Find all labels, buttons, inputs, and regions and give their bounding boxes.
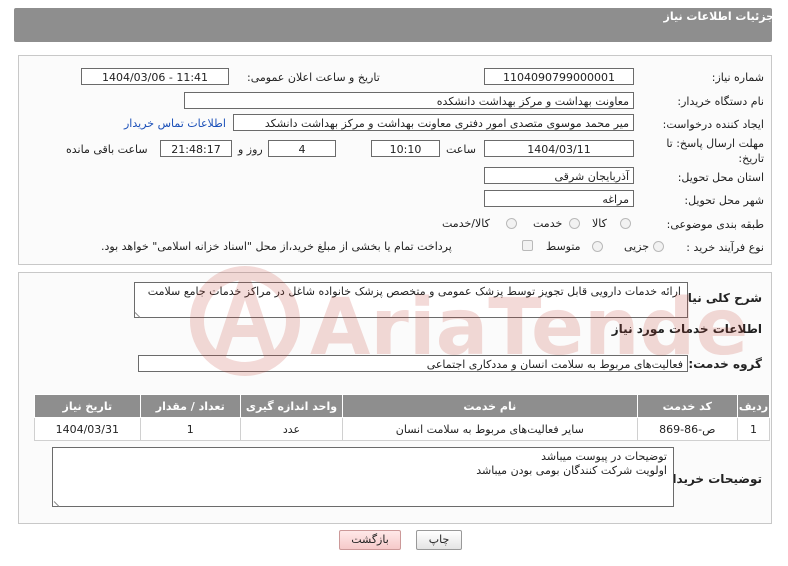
buyer-notes-field[interactable]: توضیحات در پیوست میباشد اولویت شرکت کنند… bbox=[52, 447, 674, 507]
deadline-time-label: ساعت bbox=[446, 143, 476, 156]
category-goods-service-label: کالا/خدمت bbox=[442, 217, 490, 230]
category-goods-radio[interactable] bbox=[620, 218, 631, 229]
buyer-org-field[interactable]: معاونت بهداشت و مرکز بهداشت دانشکده bbox=[184, 92, 634, 109]
buyer-notes-line-2: اولویت شرکت کنندگان بومی بودن میباشد bbox=[476, 464, 667, 477]
cell-service-code: ص-86-869 bbox=[636, 417, 739, 441]
announce-label: تاریخ و ساعت اعلان عمومی: bbox=[247, 71, 380, 84]
col-row-header: ردیف bbox=[737, 394, 770, 418]
need-number-label: شماره نیاز: bbox=[711, 71, 764, 84]
category-goods-label: کالا bbox=[592, 217, 607, 230]
services-table: ردیف کد خدمت نام خدمت واحد اندازه گیری ت… bbox=[34, 394, 770, 441]
buyer-notes-line-1: توضیحات در پیوست میباشد bbox=[541, 450, 667, 463]
days-label: روز و bbox=[238, 143, 263, 156]
need-info-box bbox=[18, 55, 772, 265]
table-row: 1 ص-86-869 سایر فعالیت‌های مربوط به سلام… bbox=[34, 417, 770, 441]
announce-datetime-field[interactable]: 1404/03/06 - 11:41 bbox=[81, 68, 229, 85]
deadline-time-field[interactable]: 10:10 bbox=[371, 140, 440, 157]
remaining-days-field[interactable]: 4 bbox=[268, 140, 336, 157]
panel-header bbox=[14, 8, 772, 42]
watermark-text: AriaTender.neT bbox=[310, 283, 750, 373]
col-code-header: کد خدمت bbox=[636, 394, 739, 418]
deadline-label: مهلت ارسال پاسخ: تا تاریخ: bbox=[666, 137, 764, 165]
province-label: استان محل تحویل: bbox=[677, 171, 764, 184]
buyer-org-label: نام دستگاه خریدار: bbox=[677, 95, 764, 108]
cell-row-number: 1 bbox=[737, 417, 770, 441]
creator-field[interactable]: میر محمد موسوی متصدی امور دفتری معاونت ب… bbox=[233, 114, 634, 131]
cell-quantity: 1 bbox=[139, 417, 241, 441]
watermark-emblem-icon bbox=[190, 266, 300, 376]
col-unit-header: واحد اندازه گیری bbox=[239, 394, 344, 418]
print-button[interactable]: چاپ bbox=[416, 530, 462, 550]
category-goods-service-radio[interactable] bbox=[506, 218, 517, 229]
cell-need-date: 1404/03/31 bbox=[34, 417, 141, 441]
buyer-contact-link[interactable]: اطلاعات تماس خریدار bbox=[124, 117, 226, 130]
category-service-label: خدمت bbox=[533, 217, 563, 230]
remaining-time-field[interactable]: 21:48:17 bbox=[160, 140, 232, 157]
panel-title: جزئیات اطلاعات نیاز bbox=[663, 10, 775, 23]
cell-unit: عدد bbox=[239, 417, 344, 441]
col-name-header: نام خدمت bbox=[342, 394, 638, 418]
col-date-header: تاریخ نیاز bbox=[34, 394, 141, 418]
category-label: طبقه بندی موضوعی: bbox=[666, 218, 764, 231]
cell-service-name: سایر فعالیت‌های مربوط به سلامت انسان bbox=[342, 417, 638, 441]
province-field[interactable]: آذربایجان شرقی bbox=[484, 167, 634, 184]
col-qty-header: تعداد / مقدار bbox=[139, 394, 241, 418]
need-number-field[interactable]: 1104090799000001 bbox=[484, 68, 634, 85]
table-header-row: ردیف کد خدمت نام خدمت واحد اندازه گیری ت… bbox=[34, 394, 770, 418]
remaining-label: ساعت باقی مانده bbox=[66, 143, 148, 156]
buyer-notes-label: توضیحات خریدار: bbox=[660, 472, 762, 486]
deadline-date-field[interactable]: 1404/03/11 bbox=[484, 140, 634, 157]
back-button[interactable]: بازگشت bbox=[339, 530, 401, 550]
category-service-radio[interactable] bbox=[569, 218, 580, 229]
city-field[interactable]: مراغه bbox=[484, 190, 634, 207]
city-label: شهر محل تحویل: bbox=[684, 194, 764, 207]
creator-label: ایجاد کننده درخواست: bbox=[662, 118, 764, 131]
watermark-logo: AriaTender.neT bbox=[190, 266, 750, 376]
